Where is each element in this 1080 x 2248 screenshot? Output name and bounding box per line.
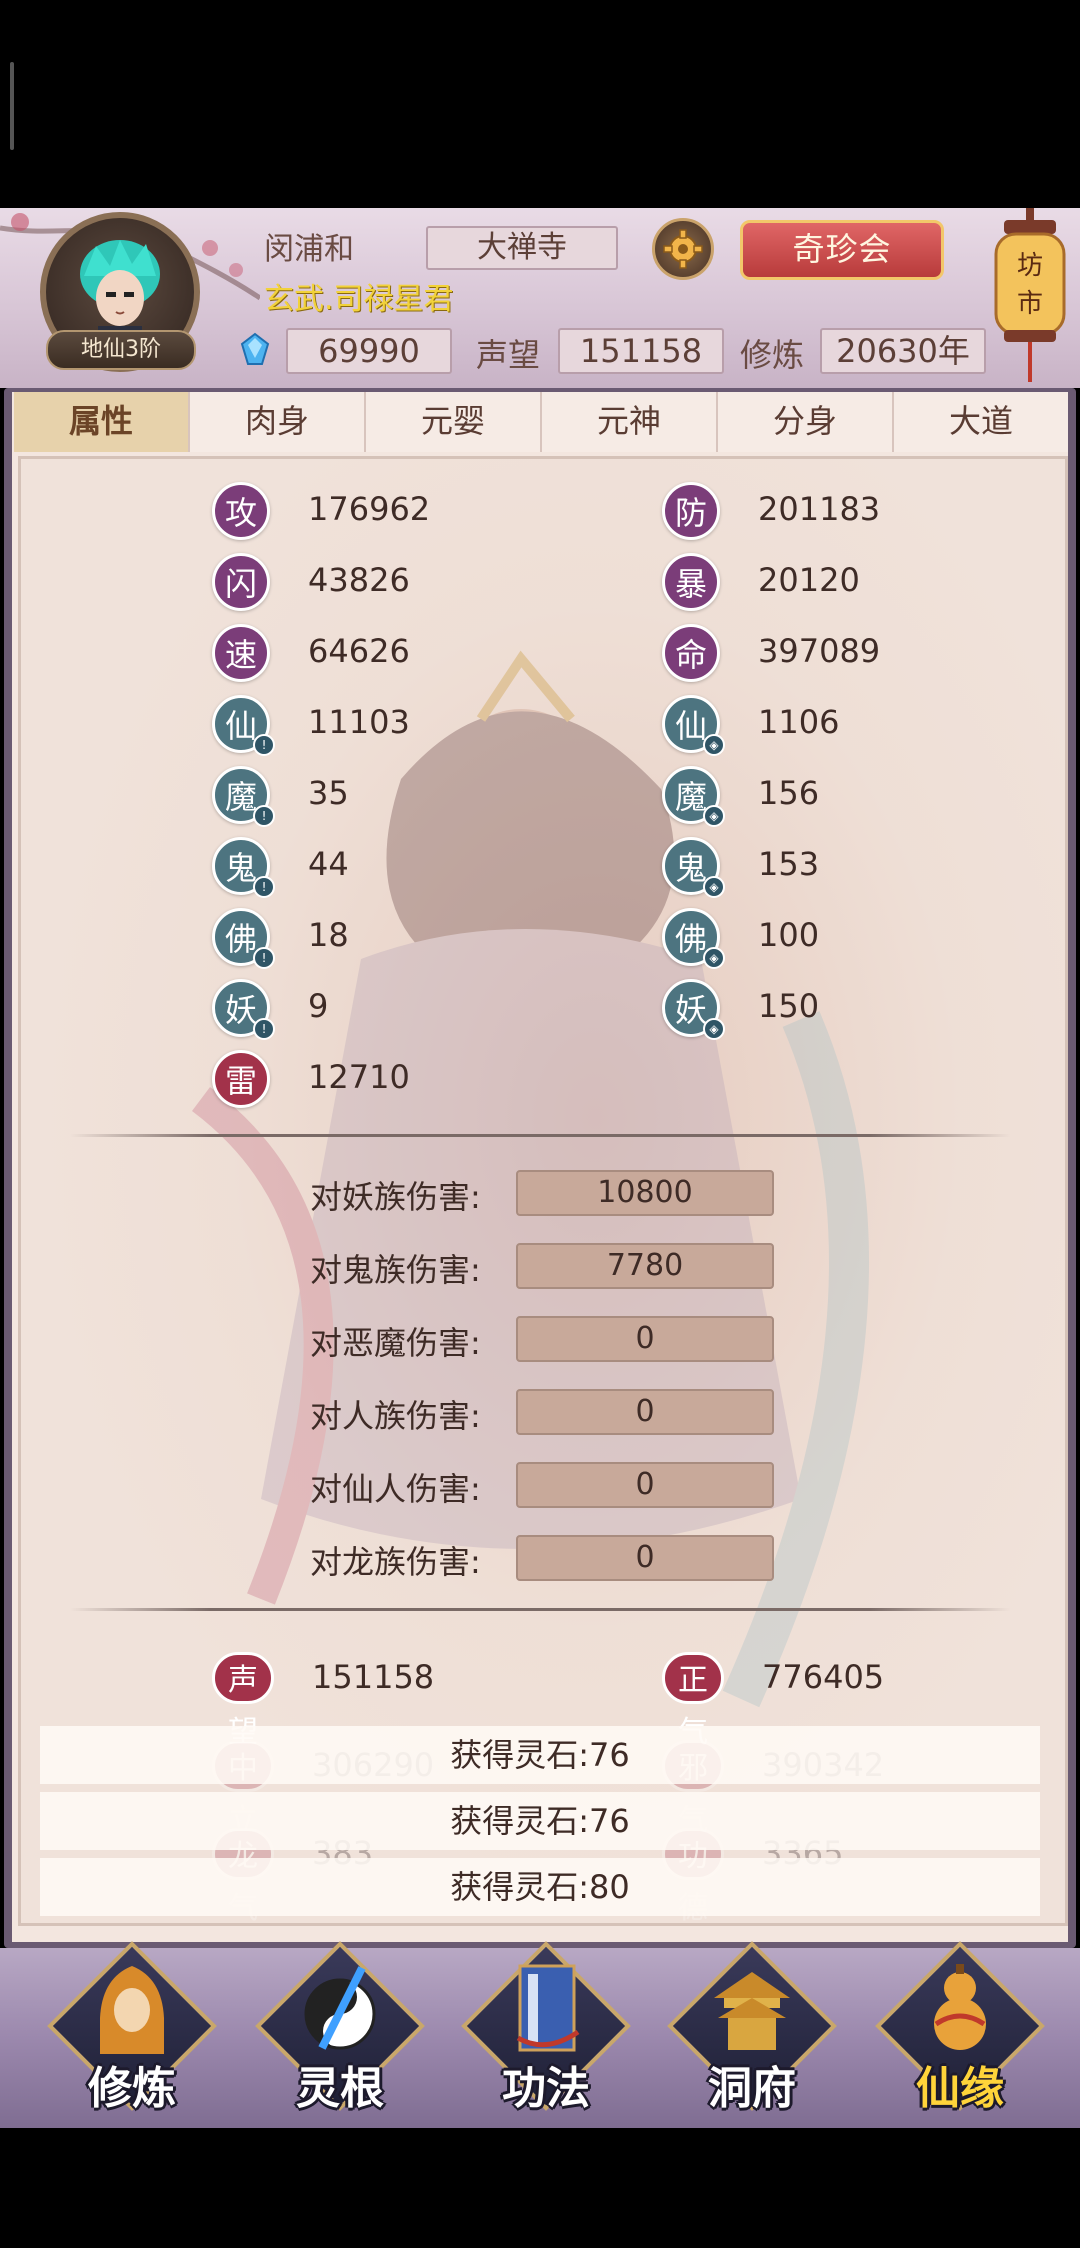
reward-toast: 获得灵石:76 — [40, 1726, 1040, 1784]
spirit-stone-count: 69990 — [286, 328, 452, 374]
realm-rank-plate: 地仙3阶 — [46, 330, 196, 370]
attack-value: 176962 — [308, 490, 431, 528]
reputation-badge: 声望 — [212, 1652, 274, 1750]
ghost-attack-value: 44 — [308, 845, 349, 883]
reward-toast: 获得灵石:80 — [40, 1858, 1040, 1916]
monster-attack-icon: 妖! — [212, 979, 275, 1040]
dodge-icon: 闪 — [212, 553, 270, 611]
health-value: 397089 — [758, 632, 881, 670]
dmg-label-dragon: 对龙族伤害: — [310, 1543, 481, 1581]
immortal-defense-value: 1106 — [758, 703, 840, 741]
player-title: 玄武.司禄星君 — [264, 282, 454, 317]
buddha-attack-value: 18 — [308, 916, 349, 954]
nav-label-cave-dwelling: 洞府 — [708, 2063, 796, 2114]
spirit-stone-icon — [240, 332, 270, 365]
dmg-label-monster: 对妖族伤害: — [310, 1178, 481, 1216]
section-divider — [70, 1134, 1010, 1137]
immortal-attack-value: 11103 — [308, 703, 410, 741]
tab-avatar-clone[interactable]: 分身 — [718, 392, 894, 452]
buddha-defense-icon: 佛 ◈ — [662, 908, 725, 969]
righteous-badge: 正气 — [662, 1652, 724, 1750]
dodge-value: 43826 — [308, 561, 410, 599]
thunder-icon: 雷 — [212, 1050, 270, 1108]
dmg-value-demon: 0 — [516, 1316, 774, 1362]
demon-attack-value: 35 — [308, 774, 349, 812]
nav-label-immortal-fate: 仙缘 — [916, 2063, 1004, 2114]
cultivation-label: 修炼 — [740, 336, 805, 374]
nav-label-spirit-root: 灵根 — [296, 2063, 384, 2114]
monster-attack-value: 9 — [308, 987, 329, 1025]
settings-button[interactable] — [652, 218, 714, 280]
dmg-label-human: 对人族伤害: — [310, 1397, 481, 1435]
immortal-fate-gourd-icon — [934, 1964, 986, 2050]
buddha-attack-icon: 佛! — [212, 908, 275, 969]
lantern-char-2: 市 — [1017, 289, 1043, 319]
health-icon: 命 — [662, 624, 720, 682]
righteous-value: 776405 — [762, 1658, 885, 1696]
nav-label-cultivate: 修炼 — [88, 2063, 176, 2114]
status-indicator — [10, 62, 14, 150]
tab-nascent-soul[interactable]: 元婴 — [366, 392, 542, 452]
reward-toast: 获得灵石:76 — [40, 1792, 1040, 1850]
tab-bar: 属性 肉身 元婴 元神 分身 大道 — [14, 392, 1068, 452]
bottom-nav: 修炼 灵根 功法 洞府 仙缘 — [0, 1941, 1080, 2128]
buddha-defense-value: 100 — [758, 916, 820, 954]
thunder-value: 12710 — [308, 1058, 410, 1096]
dmg-value-immortal: 0 — [516, 1462, 774, 1508]
nav-spirit-root[interactable]: 灵根 — [252, 1941, 425, 2128]
dmg-value-ghost: 7780 — [516, 1243, 774, 1289]
tab-primordial-spirit[interactable]: 元神 — [542, 392, 718, 452]
immortal-attack-icon: 仙! — [212, 695, 275, 756]
defense-icon: 防 — [662, 482, 720, 540]
ghost-attack-icon: 鬼! — [212, 837, 275, 898]
critical-value: 20120 — [758, 561, 860, 599]
cultivate-icon — [100, 1966, 164, 2054]
critical-icon: 暴 — [662, 553, 720, 611]
dmg-label-ghost: 对鬼族伤害: — [310, 1251, 481, 1289]
technique-book-icon — [516, 1964, 580, 2052]
gear-icon — [663, 229, 703, 269]
dmg-value-human: 0 — [516, 1389, 774, 1435]
nav-immortal-fate[interactable]: 仙缘 — [872, 1941, 1045, 2128]
demon-attack-icon: 魔! — [212, 766, 275, 827]
cave-dwelling-icon — [714, 1972, 790, 2050]
monster-defense-value: 150 — [758, 987, 820, 1025]
cultivation-years: 20630年 — [820, 328, 986, 374]
demon-defense-value: 156 — [758, 774, 820, 812]
nav-label-technique: 功法 — [502, 2063, 590, 2114]
tab-great-dao[interactable]: 大道 — [894, 392, 1068, 452]
immortal-defense-icon: 仙 ◈ — [662, 695, 725, 756]
player-name: 闵浦和 — [264, 232, 354, 267]
ghost-defense-value: 153 — [758, 845, 820, 883]
section-divider — [70, 1608, 1010, 1611]
nav-technique[interactable]: 功法 — [458, 1941, 631, 2128]
dmg-value-monster: 10800 — [516, 1170, 774, 1216]
reputation-value: 151158 — [558, 328, 724, 374]
sect-name[interactable]: 大禅寺 — [426, 226, 618, 270]
speed-value: 64626 — [308, 632, 410, 670]
spirit-root-icon — [304, 1966, 376, 2050]
dmg-value-dragon: 0 — [516, 1535, 774, 1581]
dmg-label-demon: 对恶魔伤害: — [310, 1324, 481, 1362]
tab-body[interactable]: 肉身 — [190, 392, 366, 452]
reputation-total: 151158 — [312, 1658, 435, 1696]
dmg-label-immortal: 对仙人伤害: — [310, 1470, 481, 1508]
demon-defense-icon: 魔 ◈ — [662, 766, 725, 827]
treasure-fair-button[interactable]: 奇珍会 — [740, 220, 944, 280]
player-header: 地仙3阶 闵浦和 玄武.司禄星君 大禅寺 奇珍会 坊 市 69990 声望 15… — [0, 208, 1080, 388]
nav-cultivate[interactable]: 修炼 — [44, 1941, 217, 2128]
market-lantern-button[interactable]: 坊 市 — [990, 208, 1070, 388]
reputation-label: 声望 — [476, 336, 541, 374]
tab-attributes[interactable]: 属性 — [14, 392, 190, 452]
speed-icon: 速 — [212, 624, 270, 682]
nav-cave-dwelling[interactable]: 洞府 — [664, 1941, 837, 2128]
defense-value: 201183 — [758, 490, 881, 528]
lantern-char-1: 坊 — [1017, 251, 1043, 281]
attack-icon: 攻 — [212, 482, 270, 540]
monster-defense-icon: 妖 ◈ — [662, 979, 725, 1040]
ghost-defense-icon: 鬼 ◈ — [662, 837, 725, 898]
